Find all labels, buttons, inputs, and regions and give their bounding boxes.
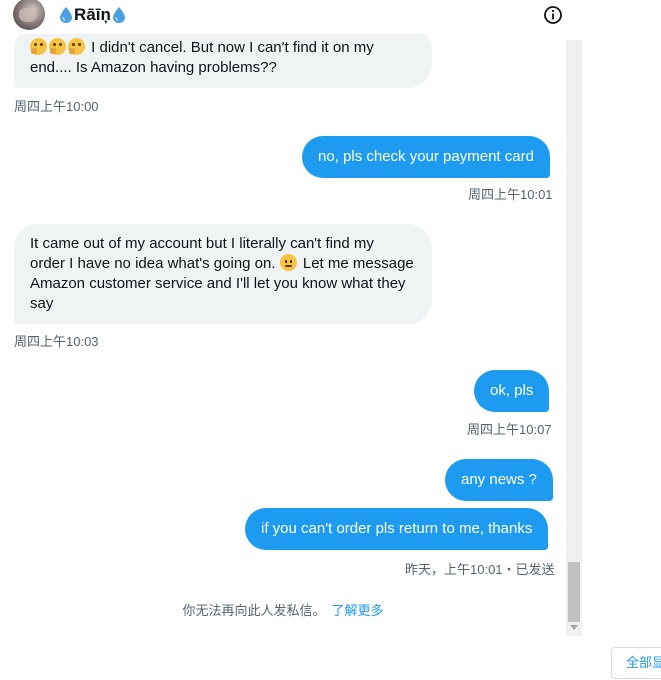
learn-more-link[interactable]: 了解更多	[332, 603, 384, 618]
message-bubble-outgoing[interactable]: ok, pls	[474, 370, 550, 412]
message-text: ok, pls	[490, 382, 534, 399]
message-bubble-outgoing[interactable]: any news ?	[445, 459, 553, 501]
thinking-face-emoji	[30, 38, 47, 55]
water-drop-icon	[60, 7, 72, 23]
message-bubble-incoming[interactable]: It came out of my account but I literall…	[14, 224, 432, 324]
message-bubble-outgoing[interactable]: no, pls check your payment card	[302, 136, 550, 178]
message-text: say	[30, 295, 54, 312]
message-text: order I have no idea what's going on.	[30, 255, 276, 272]
message-text: any news ?	[461, 471, 537, 488]
message-text: Amazon customer service and I'll let you…	[30, 275, 406, 292]
message-text: no, pls check your payment card	[318, 148, 534, 165]
message-list[interactable]: I didn't cancel. But now I can't find it…	[0, 34, 566, 636]
dm-restricted-notice: 你无法再向此人发私信。 了解更多	[0, 600, 566, 619]
avatar[interactable]	[13, 0, 45, 30]
message-bubble-incoming[interactable]: I didn't cancel. But now I can't find it…	[14, 34, 432, 88]
scroll-down-arrow-icon[interactable]	[570, 625, 578, 630]
message-text: end.... Is Amazon having problems??	[30, 59, 277, 76]
message-text: Let me message	[302, 255, 414, 272]
dm-conversation-window: Rāīņ I didn't cancel. But now I can't fi…	[0, 0, 661, 680]
message-text: I didn't cancel. But now I can't find it…	[91, 39, 374, 56]
message-text: if you can't order pls return to me, tha…	[261, 520, 533, 537]
message-text: It came out of my account but I literall…	[30, 235, 374, 252]
conversation-name: Rāīņ	[74, 5, 111, 24]
message-timestamp: 周四上午10:01	[468, 187, 553, 202]
conversation-title[interactable]: Rāīņ	[60, 3, 125, 27]
message-timestamp: 周四上午10:07	[467, 422, 552, 437]
confused-face-emoji	[279, 254, 297, 271]
water-drop-icon	[112, 7, 125, 23]
info-icon[interactable]	[543, 5, 563, 25]
message-timestamp: 周四上午10:03	[14, 334, 99, 349]
thinking-face-emoji	[49, 38, 66, 55]
scrollbar[interactable]	[566, 40, 582, 636]
message-bubble-outgoing[interactable]: if you can't order pls return to me, tha…	[245, 508, 549, 550]
show-all-button[interactable]: 全部显	[611, 647, 661, 679]
scrollbar-thumb[interactable]	[568, 562, 580, 622]
conversation-header: Rāīņ	[0, 0, 582, 34]
thinking-face-emoji	[68, 38, 85, 55]
notice-text: 你无法再向此人发私信。	[182, 603, 326, 618]
message-timestamp: 周四上午10:00	[14, 99, 99, 114]
message-status-timestamp: 昨天，上午10:01・已发送	[405, 562, 555, 577]
